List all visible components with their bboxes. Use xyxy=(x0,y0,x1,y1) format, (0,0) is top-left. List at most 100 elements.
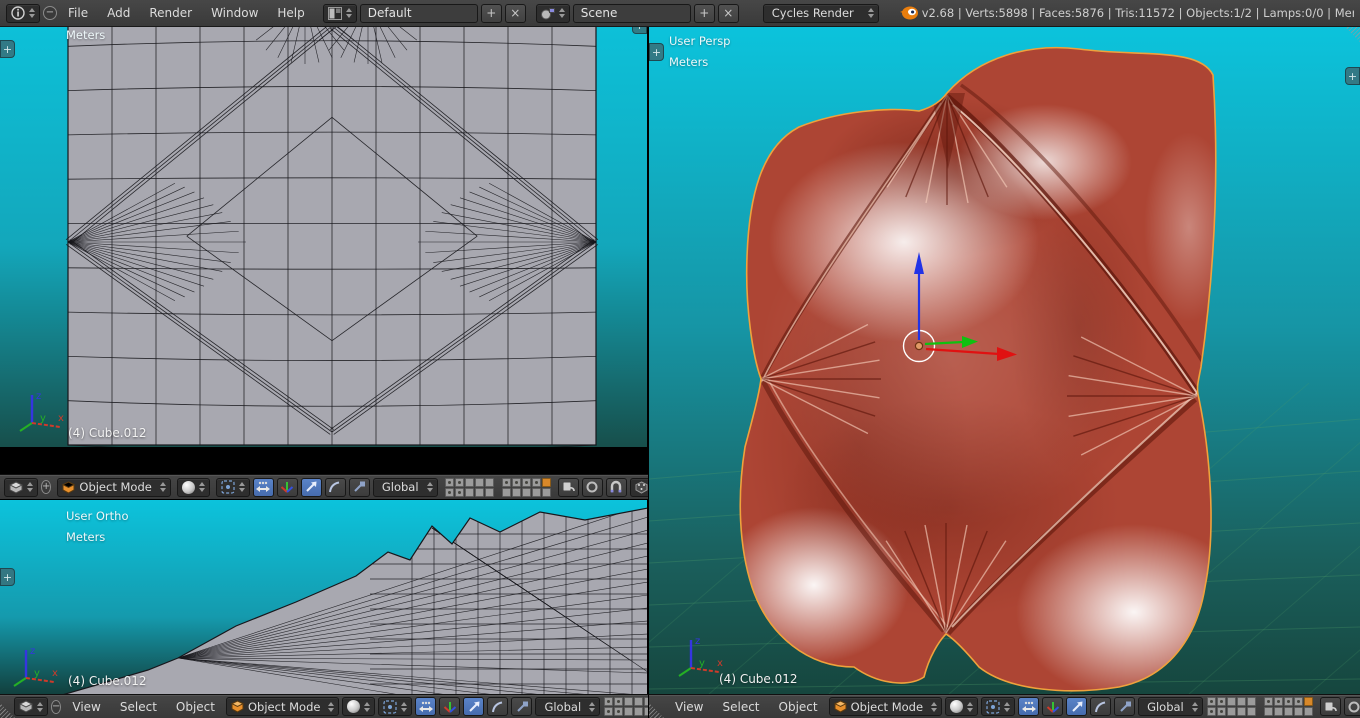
render-border-button[interactable] xyxy=(1344,697,1360,716)
layer-cell[interactable] xyxy=(1227,707,1236,716)
layer-cell[interactable] xyxy=(455,488,464,497)
layer-cell[interactable] xyxy=(1227,697,1236,706)
editor-type-selector[interactable] xyxy=(6,4,40,23)
transform-orientation-dropdown[interactable]: Global xyxy=(1138,697,1203,716)
layer-cell[interactable] xyxy=(1274,707,1283,716)
layer-cell[interactable] xyxy=(624,697,633,706)
menu-window[interactable]: Window xyxy=(203,6,266,20)
layer-cell[interactable] xyxy=(604,707,613,716)
delete-screen-layout-button[interactable]: × xyxy=(505,4,526,23)
menu-help[interactable]: Help xyxy=(269,6,312,20)
layer-cell[interactable] xyxy=(1284,707,1293,716)
viewport-shading-dropdown[interactable] xyxy=(945,697,978,716)
layers-group-1[interactable] xyxy=(444,477,495,498)
layer-cell[interactable] xyxy=(1217,697,1226,706)
layer-cell[interactable] xyxy=(532,478,541,487)
scale-manipulator-button[interactable] xyxy=(1114,697,1135,716)
layer-cell[interactable] xyxy=(1247,707,1256,716)
layer-cell[interactable] xyxy=(1304,697,1313,706)
layers-group-1[interactable] xyxy=(603,696,648,717)
render-engine-dropdown[interactable]: Cycles Render xyxy=(763,4,879,23)
translate-manipulator-button[interactable] xyxy=(439,697,460,716)
move-manipulator-button[interactable] xyxy=(463,697,484,716)
translate-manipulator-button[interactable] xyxy=(277,478,298,497)
menu-object[interactable]: Object xyxy=(168,700,223,714)
screen-layout-browse-button[interactable] xyxy=(323,4,357,23)
layer-cell[interactable] xyxy=(512,478,521,487)
mode-dropdown[interactable]: Object Mode xyxy=(57,478,170,497)
lock-to-scene-button[interactable] xyxy=(558,478,579,497)
scale-manipulator-button[interactable] xyxy=(511,697,532,716)
layer-cell[interactable] xyxy=(502,488,511,497)
translate-manipulator-button[interactable] xyxy=(1042,697,1063,716)
layer-cell[interactable] xyxy=(1247,697,1256,706)
3d-viewport-bottom-left[interactable]: User Ortho Meters (4) Cube.012 zyx + xyxy=(0,499,648,694)
lock-to-scene-button[interactable] xyxy=(1320,697,1341,716)
pivot-point-dropdown[interactable] xyxy=(981,697,1015,716)
layer-cell[interactable] xyxy=(624,707,633,716)
layer-cell[interactable] xyxy=(542,478,551,487)
rotate-manipulator-button[interactable] xyxy=(325,478,346,497)
menu-select[interactable]: Select xyxy=(112,700,165,714)
manipulator-toggle-button[interactable] xyxy=(253,478,274,497)
menu-select[interactable]: Select xyxy=(714,700,767,714)
manipulator-toggle-button[interactable] xyxy=(415,697,436,716)
layer-cell[interactable] xyxy=(465,488,474,497)
layer-cell[interactable] xyxy=(445,488,454,497)
layer-cell[interactable] xyxy=(634,697,643,706)
snap-toggle-button[interactable] xyxy=(606,478,627,497)
collapse-menus-button[interactable]: − xyxy=(43,6,57,20)
mode-dropdown[interactable]: Object Mode xyxy=(226,697,339,716)
layer-cell[interactable] xyxy=(445,478,454,487)
transform-orientation-dropdown[interactable]: Global xyxy=(373,478,438,497)
layer-cell[interactable] xyxy=(1294,707,1303,716)
move-manipulator-button[interactable] xyxy=(1066,697,1087,716)
layers-group-2[interactable] xyxy=(1263,696,1314,717)
move-manipulator-button[interactable] xyxy=(301,478,322,497)
editor-type-selector[interactable] xyxy=(4,478,38,497)
area-resize-corner[interactable] xyxy=(649,703,664,718)
layer-cell[interactable] xyxy=(455,478,464,487)
transform-orientation-dropdown[interactable]: Global xyxy=(535,697,600,716)
editor-type-selector[interactable] xyxy=(14,697,48,716)
mode-dropdown[interactable]: Object Mode xyxy=(829,697,942,716)
layer-cell[interactable] xyxy=(512,488,521,497)
layer-cell[interactable] xyxy=(614,707,623,716)
layer-cell[interactable] xyxy=(502,478,511,487)
layer-cell[interactable] xyxy=(1207,697,1216,706)
layer-cell[interactable] xyxy=(1284,697,1293,706)
manipulator-toggle-button[interactable] xyxy=(1018,697,1039,716)
add-screen-layout-button[interactable]: + xyxy=(481,4,502,23)
tool-shelf-expand-tab[interactable]: + xyxy=(649,43,664,61)
snap-element-dropdown[interactable] xyxy=(630,478,648,497)
layer-cell[interactable] xyxy=(485,488,494,497)
properties-panel-expand-tab[interactable]: + xyxy=(1345,67,1360,85)
scale-manipulator-button[interactable] xyxy=(349,478,370,497)
scene-name-field[interactable]: Scene xyxy=(573,4,691,23)
layer-cell[interactable] xyxy=(1264,707,1273,716)
scene-browse-button[interactable] xyxy=(536,4,570,23)
layer-cell[interactable] xyxy=(522,478,531,487)
layer-cell[interactable] xyxy=(614,697,623,706)
layer-cell[interactable] xyxy=(485,478,494,487)
render-border-button[interactable] xyxy=(582,478,603,497)
add-scene-button[interactable]: + xyxy=(694,4,715,23)
layers-group-2[interactable] xyxy=(501,477,552,498)
layers-group-1[interactable] xyxy=(1206,696,1257,717)
layer-cell[interactable] xyxy=(542,488,551,497)
pivot-point-dropdown[interactable] xyxy=(378,697,412,716)
3d-viewport-right[interactable]: User Persp Meters (4) Cube.012 zyx + + xyxy=(648,27,1360,694)
layer-cell[interactable] xyxy=(604,697,613,706)
screen-layout-name-field[interactable]: Default xyxy=(360,4,478,23)
layer-cell[interactable] xyxy=(1264,697,1273,706)
layer-cell[interactable] xyxy=(1294,697,1303,706)
3d-viewport-top-left[interactable]: User Ortho Meters (4) Cube.012 zyx + + xyxy=(0,0,648,447)
layer-cell[interactable] xyxy=(1274,697,1283,706)
menu-add[interactable]: Add xyxy=(99,6,138,20)
menu-object[interactable]: Object xyxy=(771,700,826,714)
menu-render[interactable]: Render xyxy=(141,6,200,20)
pivot-point-dropdown[interactable] xyxy=(216,478,250,497)
menu-view[interactable]: View xyxy=(64,700,108,714)
viewport-shading-dropdown[interactable] xyxy=(177,478,210,497)
collapse-menus-button[interactable]: − xyxy=(51,700,61,714)
